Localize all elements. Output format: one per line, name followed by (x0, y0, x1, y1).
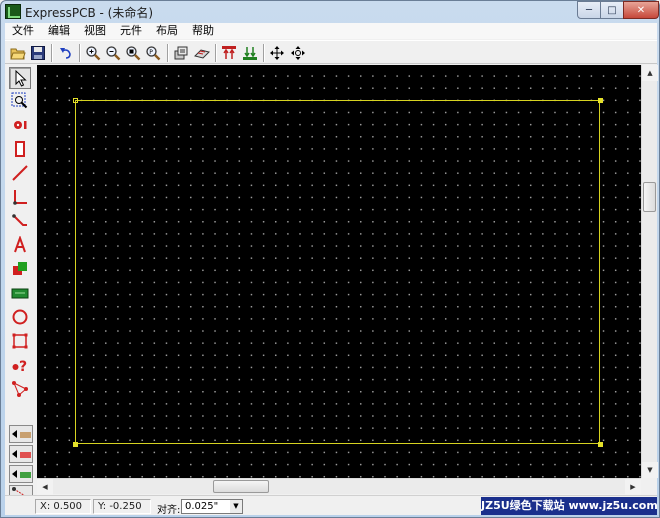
menu-component[interactable]: 元件 (113, 23, 149, 39)
zoom-area-icon[interactable] (9, 90, 31, 112)
toolbar-separator (79, 44, 81, 62)
y-coordinate-readout: Y: -0.250 (93, 499, 151, 514)
toolbar-separator (215, 44, 217, 62)
select-arrow-icon[interactable] (9, 67, 31, 89)
zoom-page-icon[interactable] (123, 43, 143, 63)
menu-file[interactable]: 文件 (5, 23, 41, 39)
place-text-icon[interactable] (9, 234, 31, 256)
board-corner-handle[interactable] (73, 442, 78, 447)
save-icon[interactable] (28, 43, 48, 63)
svg-text:P: P (149, 49, 153, 56)
menu-view[interactable]: 视图 (77, 23, 113, 39)
client-area: 文件 编辑 视图 元件 布局 帮助 P ? ▲ ▼ ◀ ▶ X: 0.500 Y… (5, 23, 658, 516)
place-corner-trace-icon[interactable] (9, 186, 31, 208)
vertical-scroll-thumb[interactable] (643, 182, 656, 212)
layer-swatch (20, 452, 31, 458)
scroll-right-icon[interactable]: ▶ (625, 479, 641, 495)
zoom-in-icon[interactable] (83, 43, 103, 63)
open-folder-icon[interactable] (8, 43, 28, 63)
menu-help[interactable]: 帮助 (185, 23, 221, 39)
snap-grid-select[interactable]: 0.025" ▼ (181, 499, 243, 514)
top-layer-icon[interactable] (219, 43, 239, 63)
netlist-icon[interactable] (9, 378, 31, 400)
tool-palette: ? (5, 65, 35, 503)
component-manager-icon[interactable] (171, 43, 191, 63)
place-pad-icon[interactable] (9, 114, 31, 136)
horizontal-scroll-thumb[interactable] (213, 480, 269, 493)
svg-text:?: ? (19, 359, 27, 374)
place-circle-icon[interactable] (9, 306, 31, 328)
board-outline[interactable] (75, 100, 600, 444)
scroll-up-icon[interactable]: ▲ (642, 65, 658, 81)
menu-bar: 文件 编辑 视图 元件 布局 帮助 (5, 23, 657, 39)
scroll-down-icon[interactable]: ▼ (642, 462, 658, 478)
layer-bottom-copper-button[interactable] (9, 465, 33, 483)
layer-arrow-icon (12, 430, 17, 438)
zoom-board-icon[interactable]: P (143, 43, 163, 63)
bottom-layer-icon[interactable] (240, 43, 260, 63)
layer-arrow-icon (12, 450, 17, 458)
vertical-scrollbar[interactable]: ▲ ▼ (641, 65, 658, 478)
board-corner-handle[interactable] (73, 98, 78, 103)
snap-grid-label: 对齐: (157, 505, 181, 516)
menu-layout[interactable]: 布局 (149, 23, 185, 39)
layer-top-copper-button[interactable] (9, 425, 33, 443)
chevron-down-icon[interactable]: ▼ (230, 500, 242, 513)
toolbar-separator (51, 44, 53, 62)
minimize-button[interactable]: ─ (577, 1, 601, 19)
scroll-left-icon[interactable]: ◀ (37, 479, 53, 495)
board-corner-handle[interactable] (598, 98, 603, 103)
toolbar: P (5, 40, 657, 64)
app-window: ExpressPCB - (未命名) ─ □ ✕ 文件 编辑 视图 元件 布局 … (0, 0, 660, 518)
board-outline-icon[interactable] (9, 330, 31, 352)
rotate-move-icon[interactable] (288, 43, 308, 63)
query-icon[interactable]: ? (9, 354, 31, 376)
status-bar: X: 0.500 Y: -0.250 对齐: 0.025" ▼ JZ5U绿色下载… (5, 495, 657, 516)
filled-plane-icon[interactable] (9, 282, 31, 304)
move-icon[interactable] (267, 43, 287, 63)
board-corner-handle[interactable] (598, 442, 603, 447)
toolbar-separator (167, 44, 169, 62)
undo-icon[interactable] (56, 43, 76, 63)
layer-view-icon[interactable] (192, 43, 212, 63)
layer-swatch (20, 432, 31, 438)
snap-grid-value: 0.025" (185, 501, 219, 512)
window-title: ExpressPCB - (未命名) (25, 6, 154, 20)
layer-arrow-icon (12, 470, 17, 478)
toolbar-separator (263, 44, 265, 62)
place-component-icon[interactable] (9, 138, 31, 160)
horizontal-scrollbar[interactable]: ◀ ▶ (37, 478, 641, 495)
maximize-button[interactable]: □ (600, 1, 624, 19)
watermark-banner: JZ5U绿色下载站 www.jz5u.com (481, 497, 657, 515)
place-angled-trace-icon[interactable] (9, 210, 31, 232)
close-button[interactable]: ✕ (623, 1, 659, 19)
title-bar[interactable]: ExpressPCB - (未命名) ─ □ ✕ (1, 1, 659, 22)
pcb-canvas[interactable] (37, 65, 641, 478)
place-shape-icon[interactable] (9, 258, 31, 280)
x-coordinate-readout: X: 0.500 (35, 499, 91, 514)
layer-top-silk-button[interactable] (9, 445, 33, 463)
layer-swatch (20, 472, 31, 478)
menu-edit[interactable]: 编辑 (41, 23, 77, 39)
zoom-out-icon[interactable] (103, 43, 123, 63)
expresspcb-app-icon[interactable] (5, 4, 21, 19)
place-trace-icon[interactable] (9, 162, 31, 184)
